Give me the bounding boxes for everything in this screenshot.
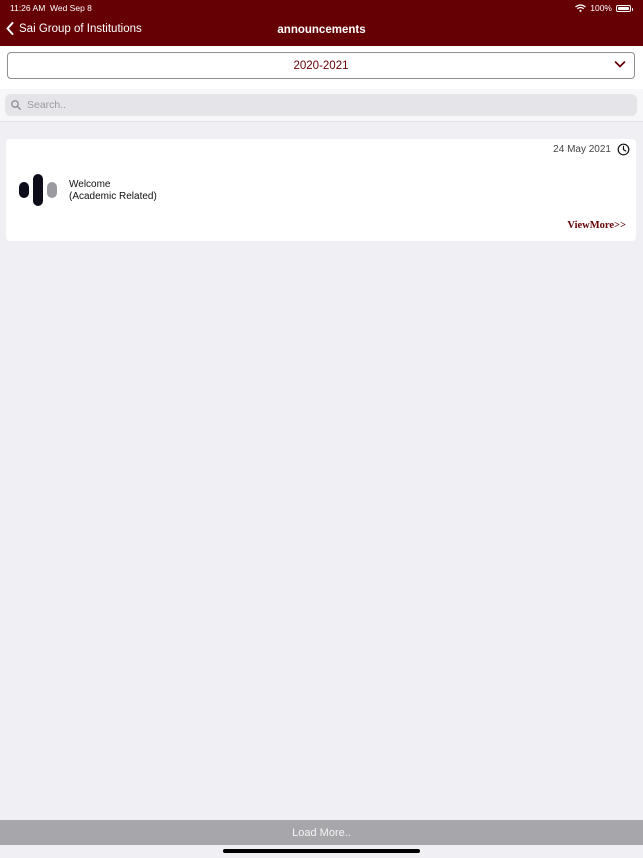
- battery-icon: [616, 4, 633, 12]
- announcement-title: Welcome (Academic Related): [69, 179, 157, 203]
- nav-bar: Sai Group of Institutions announcements: [0, 16, 643, 46]
- year-picker-band: 2020-2021: [0, 46, 643, 89]
- view-more-link[interactable]: ViewMore>>: [567, 220, 626, 231]
- chevron-down-icon: [614, 61, 626, 68]
- page-title: announcements: [277, 24, 366, 36]
- announcement-title-line1: Welcome: [69, 179, 111, 190]
- battery-percent: 100%: [590, 3, 612, 13]
- search-band: [0, 89, 643, 122]
- announcement-logo-icon: [19, 174, 57, 206]
- status-bar: 11:26 AM Wed Sep 8 100%: [0, 0, 643, 16]
- status-time: 11:26 AM: [10, 3, 46, 13]
- search-bar[interactable]: [5, 94, 637, 116]
- status-date: Wed Sep 8: [50, 3, 92, 13]
- wifi-icon: [575, 4, 587, 12]
- announcement-date: 24 May 2021: [553, 144, 611, 155]
- year-picker[interactable]: 2020-2021: [7, 52, 635, 79]
- search-input[interactable]: [25, 98, 619, 112]
- load-more-button[interactable]: Load More..: [0, 820, 643, 845]
- year-picker-value: 2020-2021: [293, 59, 349, 72]
- clock-icon: [617, 143, 630, 156]
- announcement-title-line2: (Academic Related): [69, 191, 157, 202]
- announcement-card[interactable]: 24 May 2021 Welcome (Academic Related) V…: [6, 139, 636, 241]
- status-right: 100%: [575, 3, 633, 13]
- search-icon: [11, 100, 21, 110]
- home-indicator: [223, 849, 420, 853]
